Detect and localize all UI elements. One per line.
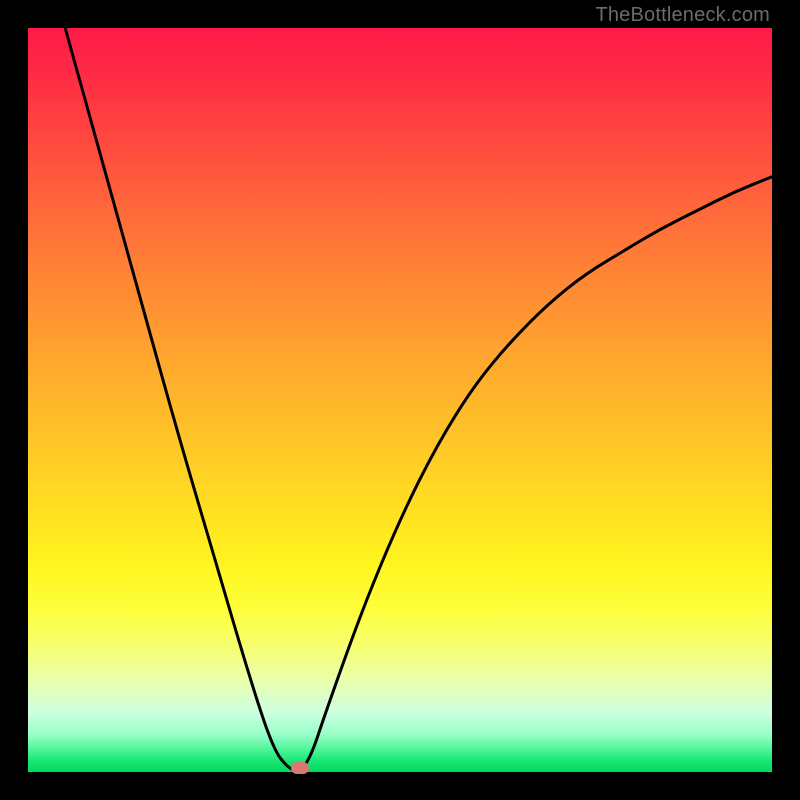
bottleneck-curve bbox=[28, 28, 772, 772]
watermark-text: TheBottleneck.com bbox=[595, 4, 770, 27]
chart-frame: TheBottleneck.com bbox=[0, 0, 800, 800]
optimal-point-marker bbox=[291, 762, 309, 774]
